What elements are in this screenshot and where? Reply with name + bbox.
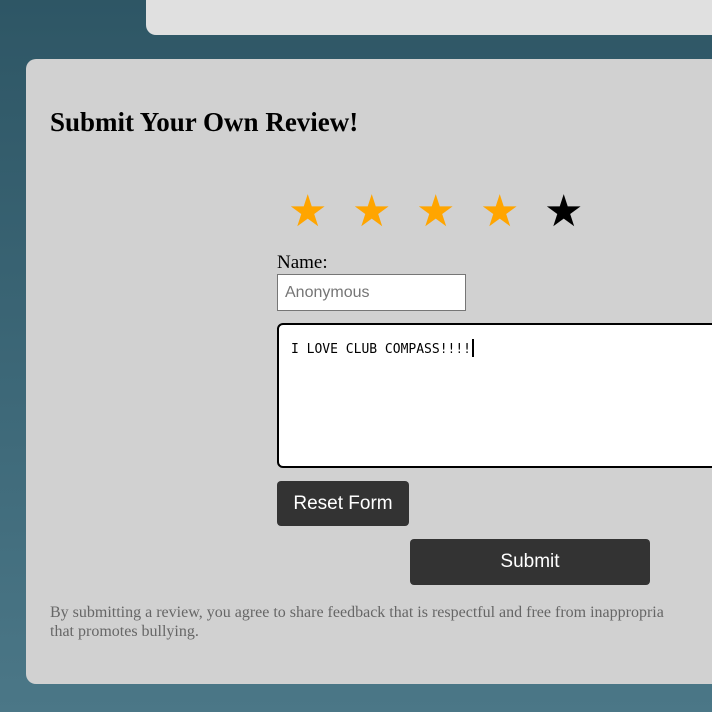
name-label: Name: — [277, 252, 328, 273]
name-input[interactable] — [277, 274, 466, 311]
form-title: Submit Your Own Review! — [50, 107, 359, 137]
top-card — [146, 0, 712, 35]
reset-form-button[interactable]: Reset Form — [277, 481, 409, 526]
star-icon-1[interactable]: ★ — [288, 187, 352, 237]
text-caret — [472, 339, 475, 357]
disclaimer-line-1: By submitting a review, you agree to sha… — [50, 604, 664, 621]
disclaimer: By submitting a review, you agree to sha… — [50, 603, 712, 641]
star-icon-2[interactable]: ★ — [352, 187, 416, 237]
review-text: I LOVE CLUB COMPASS!!!! — [291, 342, 472, 357]
submit-button[interactable]: Submit — [410, 539, 650, 585]
review-form-card: Submit Your Own Review! ★ ★ ★ ★ ★ Name: … — [26, 59, 712, 684]
star-icon-3[interactable]: ★ — [416, 187, 480, 237]
star-icon-5[interactable]: ★ — [544, 187, 608, 237]
star-icon-4[interactable]: ★ — [480, 187, 544, 237]
star-rating[interactable]: ★ ★ ★ ★ ★ — [288, 187, 608, 237]
disclaimer-line-2: that promotes bullying. — [50, 623, 199, 640]
review-textarea[interactable]: I LOVE CLUB COMPASS!!!! — [277, 323, 712, 468]
